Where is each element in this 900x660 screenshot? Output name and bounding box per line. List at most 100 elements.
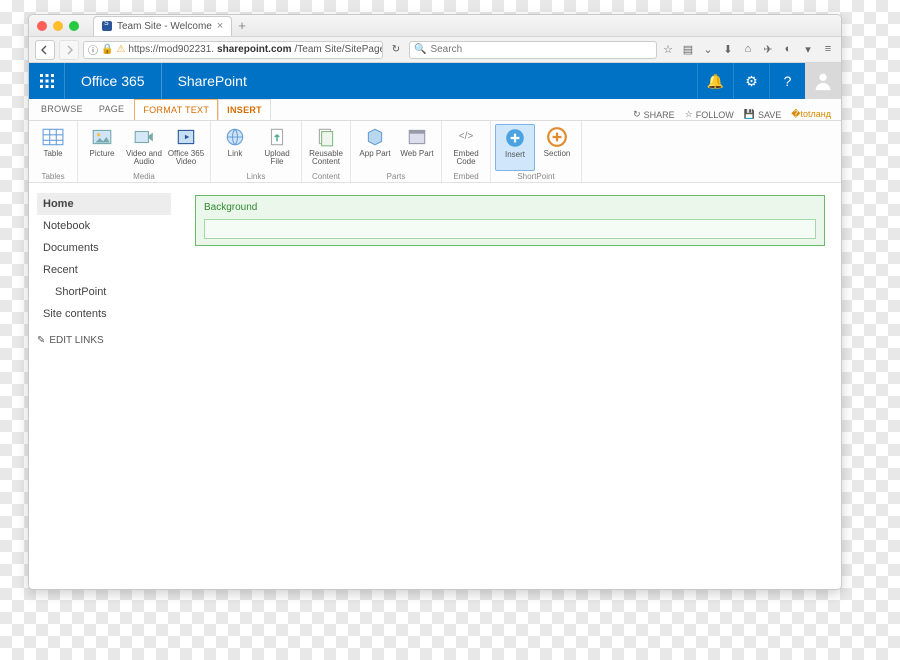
- link-label: Link: [228, 150, 243, 158]
- page-actions: ↻SHARE ☆FOLLOW 💾SAVE �totланд: [633, 109, 837, 120]
- extension-icon[interactable]: ◐: [781, 43, 795, 56]
- browser-tab-title: Team Site - Welcome: [117, 21, 212, 32]
- app-part-icon: [364, 126, 386, 148]
- downloads-icon[interactable]: ⬇: [721, 43, 735, 56]
- insert-picture-button[interactable]: Picture: [82, 124, 122, 171]
- ribbon-group-tables: Table Tables: [29, 121, 78, 182]
- tab-format-text[interactable]: FORMAT TEXT: [134, 99, 218, 120]
- dev-icon[interactable]: ▾: [801, 43, 815, 56]
- share-icon: ↻: [633, 109, 641, 120]
- settings-button[interactable]: ⚙: [733, 63, 769, 99]
- sharepoint-favicon: [102, 21, 112, 31]
- shortpoint-section-button[interactable]: Section: [537, 124, 577, 171]
- web-part-label: Web Part: [400, 150, 433, 158]
- minimize-window-button[interactable]: [53, 21, 63, 31]
- web-part-button[interactable]: Web Part: [397, 124, 437, 171]
- back-button[interactable]: [35, 40, 55, 60]
- ribbon-group-media: Picture Video and Audio Office 365 Video…: [78, 121, 211, 182]
- reusable-content-label: Reusable Content: [306, 150, 346, 167]
- share-page-button[interactable]: ↻SHARE: [633, 109, 675, 120]
- address-bar[interactable]: ⓘ 🔒 ⚠ https://mod902231.sharepoint.com/T…: [83, 41, 383, 59]
- suite-app-name[interactable]: SharePoint: [162, 63, 263, 99]
- app-launcher-button[interactable]: [29, 63, 65, 99]
- share-label: SHARE: [644, 110, 675, 120]
- o365-suitebar: Office 365 SharePoint 🔔 ⚙ ?: [29, 63, 841, 99]
- o365-video-icon: [175, 126, 197, 148]
- identity-icon: ⓘ: [88, 42, 98, 57]
- gear-icon: ⚙: [745, 73, 758, 90]
- video-audio-icon: [133, 126, 155, 148]
- reader-icon[interactable]: ▤: [681, 43, 695, 56]
- nav-home[interactable]: Home: [37, 193, 171, 215]
- insert-o365-video-button[interactable]: Office 365 Video: [166, 124, 206, 171]
- nav-site-contents[interactable]: Site contents: [37, 303, 171, 325]
- app-part-button[interactable]: App Part: [355, 124, 395, 171]
- maximize-window-button[interactable]: [69, 21, 79, 31]
- reload-button[interactable]: ↻: [387, 44, 405, 55]
- new-tab-button[interactable]: +: [238, 18, 246, 33]
- upload-file-button[interactable]: Upload File: [257, 124, 297, 171]
- group-label-content: Content: [312, 171, 340, 181]
- o365-video-label: Office 365 Video: [166, 150, 206, 167]
- ribbon-tabstrip: BROWSE PAGE FORMAT TEXT INSERT ↻SHARE ☆F…: [29, 99, 841, 121]
- shortpoint-section-label: Section: [544, 150, 571, 158]
- embed-code-button[interactable]: </> Embed Code: [446, 124, 486, 171]
- url-prefix: https://mod902231.: [128, 44, 214, 55]
- nav-notebook[interactable]: Notebook: [37, 215, 171, 237]
- ribbon-group-shortpoint: Insert Section ShortPoint: [491, 121, 582, 182]
- tab-page[interactable]: PAGE: [91, 99, 133, 120]
- home-icon[interactable]: ⌂: [741, 43, 755, 56]
- url-domain: sharepoint.com: [217, 44, 291, 55]
- star-icon: ☆: [685, 109, 693, 120]
- pencil-icon: ✎: [37, 335, 45, 346]
- insert-video-audio-button[interactable]: Video and Audio: [124, 124, 164, 171]
- tab-browse[interactable]: BROWSE: [33, 99, 91, 120]
- lock-icon: 🔒: [101, 44, 113, 55]
- follow-button[interactable]: ☆FOLLOW: [685, 109, 734, 120]
- help-button[interactable]: ?: [769, 63, 805, 99]
- ribbon-group-links: Link Upload File Links: [211, 121, 302, 182]
- table-icon: [42, 126, 64, 148]
- reusable-content-button[interactable]: Reusable Content: [306, 124, 346, 171]
- window-controls: [37, 21, 79, 31]
- bookmark-icon[interactable]: ☆: [661, 43, 675, 56]
- browser-tab[interactable]: Team Site - Welcome ×: [93, 16, 232, 36]
- rich-text-editor[interactable]: [204, 219, 816, 239]
- edit-links-button[interactable]: ✎ EDIT LINKS: [37, 335, 171, 346]
- insert-table-button[interactable]: Table: [33, 124, 73, 171]
- tab-insert[interactable]: INSERT: [218, 99, 271, 120]
- wiki-zone-background[interactable]: Background: [195, 195, 825, 246]
- menu-browser-icon[interactable]: ≡: [821, 43, 835, 56]
- main-area: Background: [179, 183, 841, 589]
- share-browser-icon[interactable]: ✈: [761, 43, 775, 56]
- browser-toolbar: ⓘ 🔒 ⚠ https://mod902231.sharepoint.com/T…: [29, 37, 841, 63]
- app-part-label: App Part: [359, 150, 390, 158]
- shortpoint-insert-label: Insert: [505, 151, 525, 159]
- ribbon-group-content: Reusable Content Content: [302, 121, 351, 182]
- suite-brand[interactable]: Office 365: [65, 63, 162, 99]
- forward-button[interactable]: [59, 40, 79, 60]
- ribbon-insert: Table Tables Picture Video and Audio Off…: [29, 121, 841, 183]
- close-window-button[interactable]: [37, 21, 47, 31]
- browser-search-bar[interactable]: 🔍: [409, 41, 657, 59]
- browser-search-input[interactable]: [430, 44, 652, 55]
- table-label: Table: [43, 150, 62, 158]
- nav-recent[interactable]: Recent: [37, 259, 171, 281]
- user-avatar[interactable]: [805, 63, 841, 99]
- video-audio-label: Video and Audio: [124, 150, 164, 167]
- group-label-parts: Parts: [387, 171, 406, 181]
- pocket-icon[interactable]: ⌄: [701, 43, 715, 56]
- quick-launch: Home Notebook Documents Recent ShortPoin…: [29, 183, 179, 589]
- web-part-icon: [406, 126, 428, 148]
- group-label-shortpoint: ShortPoint: [517, 171, 554, 181]
- insert-link-button[interactable]: Link: [215, 124, 255, 171]
- shortpoint-insert-button[interactable]: Insert: [495, 124, 535, 171]
- save-button[interactable]: 💾SAVE: [744, 109, 782, 120]
- nav-shortpoint[interactable]: ShortPoint: [37, 281, 171, 303]
- embed-code-label: Embed Code: [446, 150, 486, 167]
- notifications-button[interactable]: 🔔: [697, 63, 733, 99]
- ribbon-group-parts: App Part Web Part Parts: [351, 121, 442, 182]
- close-tab-icon[interactable]: ×: [217, 20, 223, 32]
- nav-documents[interactable]: Documents: [37, 237, 171, 259]
- focus-mode-icon[interactable]: �totланд: [791, 109, 831, 120]
